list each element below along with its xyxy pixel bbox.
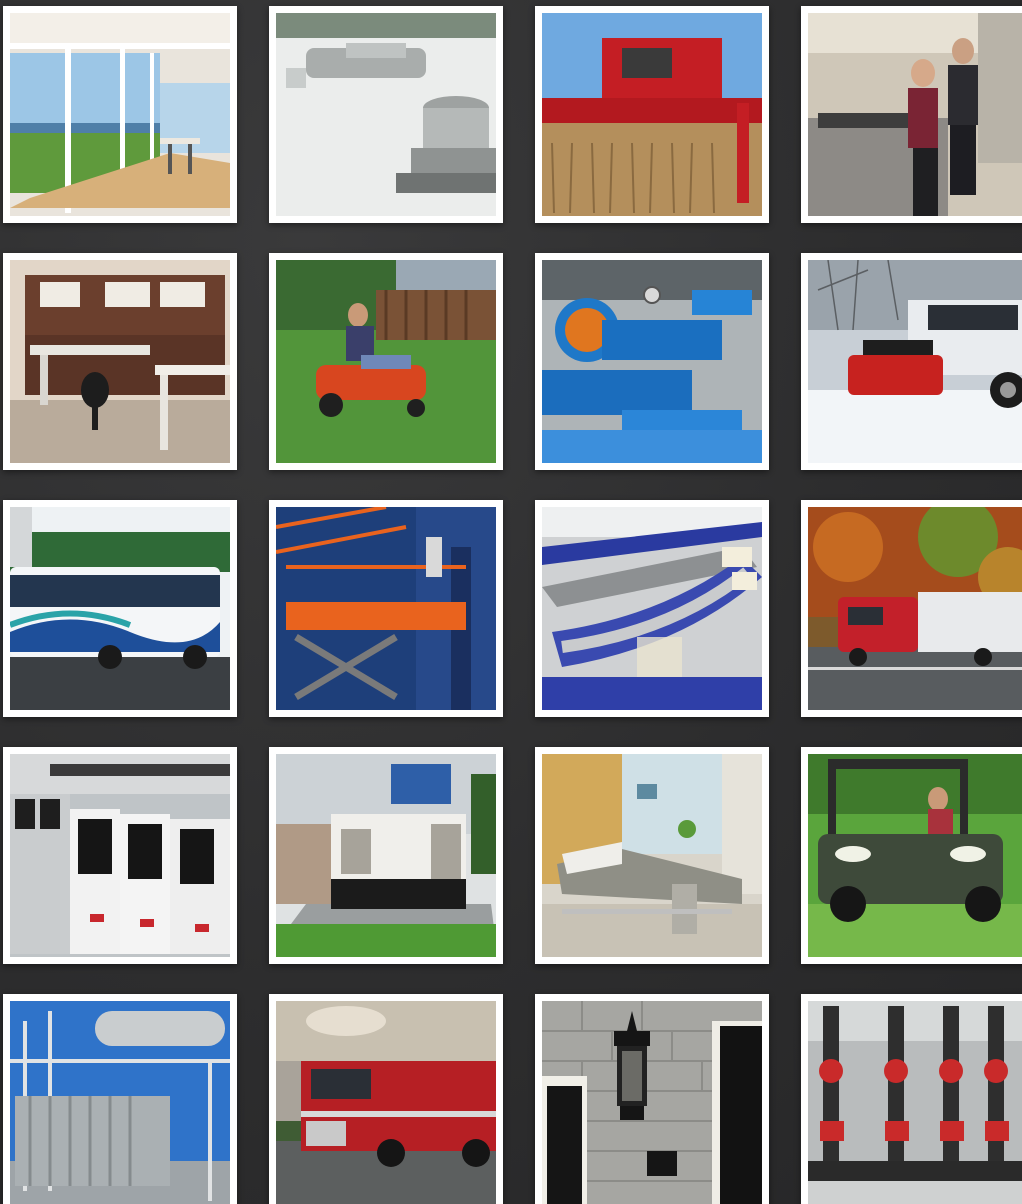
photo-tile-sprinkler-valves[interactable] bbox=[801, 994, 1022, 1204]
photo-tile-fire-engine[interactable] bbox=[269, 994, 503, 1204]
conveyor-photo bbox=[542, 507, 762, 710]
photo-gallery-page bbox=[0, 0, 1022, 1204]
photo-tile-rooftop-hvac[interactable] bbox=[269, 6, 503, 223]
photo-tile-snow-plow[interactable] bbox=[801, 253, 1022, 470]
photo-tile-generator[interactable] bbox=[269, 747, 503, 964]
kitchen-photo bbox=[808, 13, 1022, 216]
lawn-mower-photo bbox=[276, 260, 496, 463]
semi-truck-photo bbox=[808, 507, 1022, 710]
photo-tile-combine-harvester[interactable] bbox=[535, 6, 769, 223]
transit-bus-photo bbox=[10, 507, 230, 710]
office-furniture-photo bbox=[10, 260, 230, 463]
snow-plow-photo bbox=[808, 260, 1022, 463]
rooftop-hvac-photo bbox=[276, 13, 496, 216]
photo-tile-substation[interactable] bbox=[3, 994, 237, 1204]
fire-engine-photo bbox=[276, 1001, 496, 1204]
photo-tile-transit-bus[interactable] bbox=[3, 500, 237, 717]
photo-tile-conveyor[interactable] bbox=[535, 500, 769, 717]
photo-tile-industrial-pumps[interactable] bbox=[535, 253, 769, 470]
sprinkler-valves-photo bbox=[808, 1001, 1022, 1204]
industrial-pumps-photo bbox=[542, 260, 762, 463]
photo-tile-hospital-bed[interactable] bbox=[535, 747, 769, 964]
photo-tile-sunroom[interactable] bbox=[3, 6, 237, 223]
combine-harvester-photo bbox=[542, 13, 762, 216]
photo-tile-scissor-lift[interactable] bbox=[269, 500, 503, 717]
photo-tile-utility-vehicle[interactable] bbox=[801, 747, 1022, 964]
photo-grid bbox=[3, 6, 1022, 1204]
photo-tile-semi-truck[interactable] bbox=[801, 500, 1022, 717]
scissor-lift-photo bbox=[276, 507, 496, 710]
generator-photo bbox=[276, 754, 496, 957]
hospital-bed-photo bbox=[542, 754, 762, 957]
wall-lantern-photo bbox=[542, 1001, 762, 1204]
sunroom-photo bbox=[10, 13, 230, 216]
photo-tile-lawn-mower[interactable] bbox=[269, 253, 503, 470]
photo-tile-office-furniture[interactable] bbox=[3, 253, 237, 470]
photo-tile-drive-cabinets[interactable] bbox=[3, 747, 237, 964]
drive-cabinets-photo bbox=[10, 754, 230, 957]
photo-tile-kitchen[interactable] bbox=[801, 6, 1022, 223]
substation-photo bbox=[10, 1001, 230, 1204]
utility-vehicle-photo bbox=[808, 754, 1022, 957]
photo-tile-wall-lantern[interactable] bbox=[535, 994, 769, 1204]
